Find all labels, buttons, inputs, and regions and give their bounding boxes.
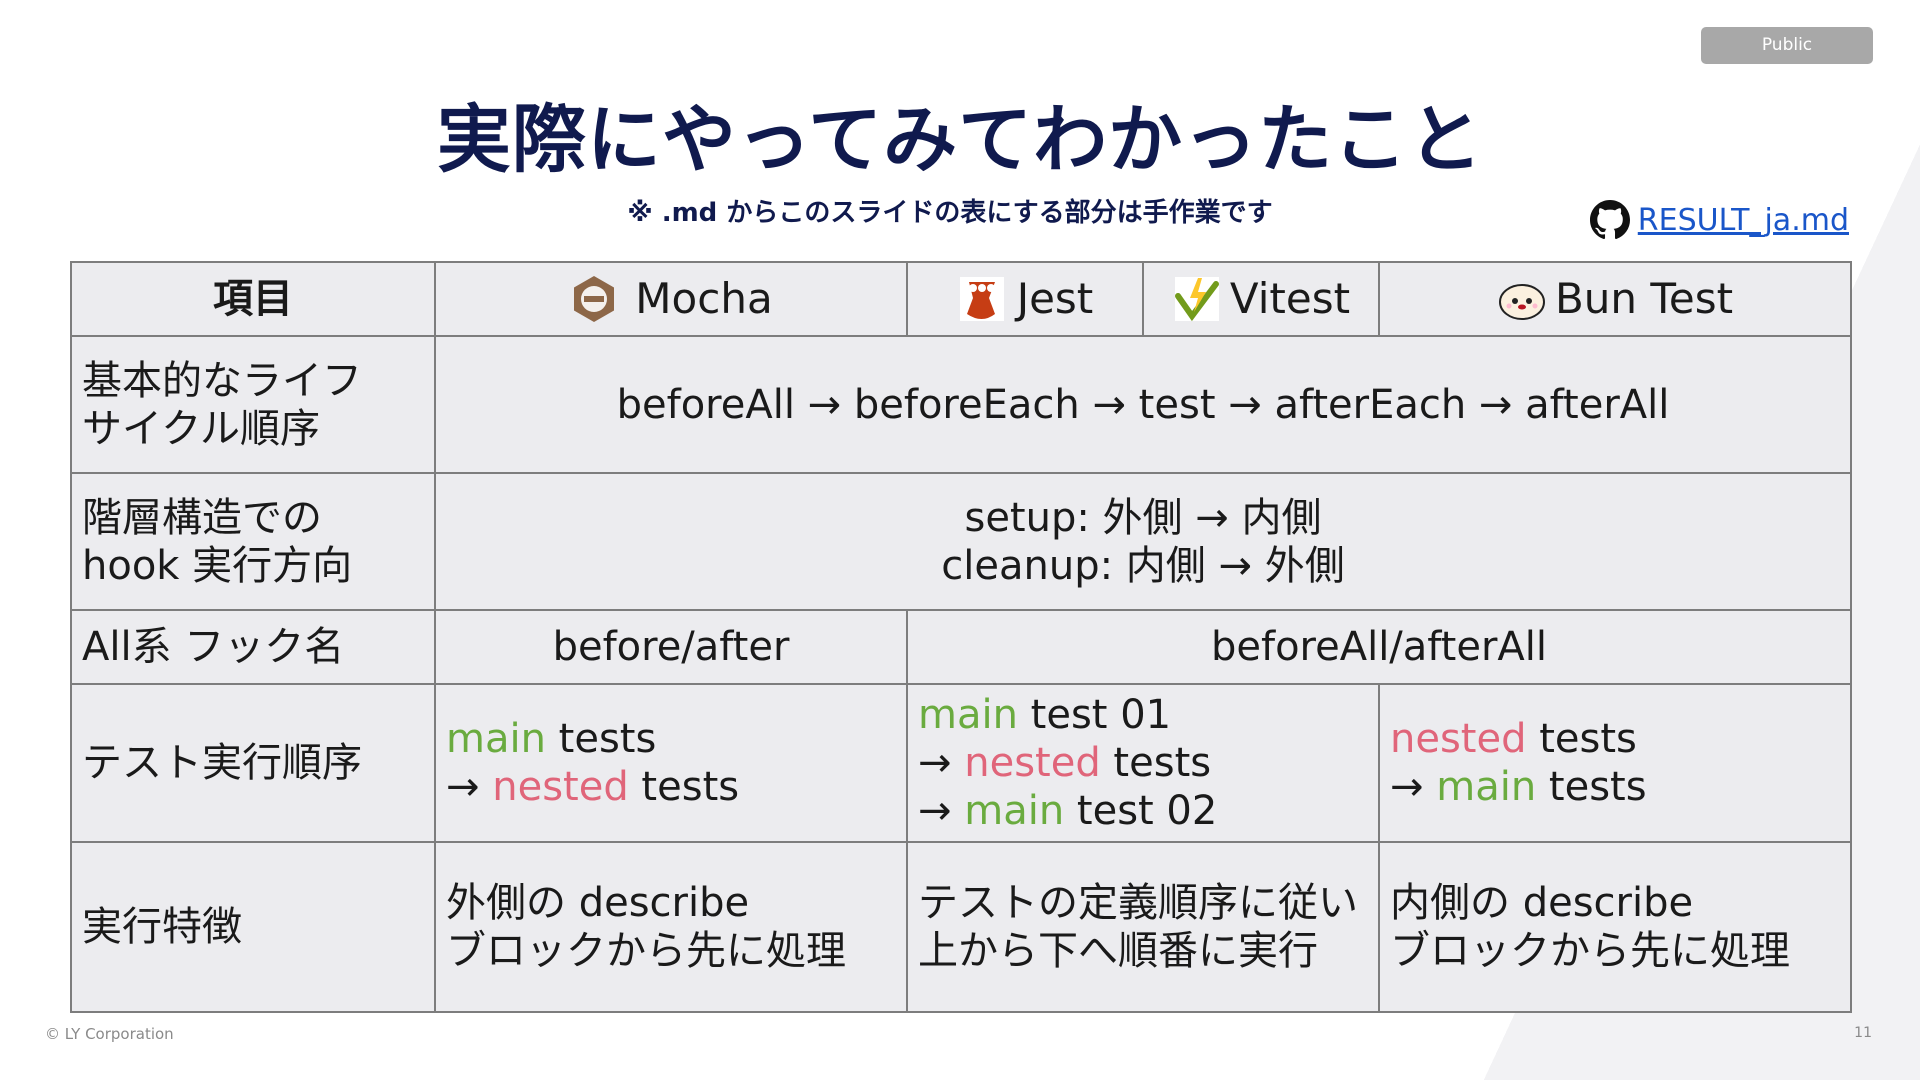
github-icon — [1589, 200, 1630, 240]
exec-text: tests — [1100, 740, 1212, 786]
main-word: main — [1436, 764, 1537, 810]
traits-line: テストの定義順序に従い — [918, 880, 1358, 926]
traits-line: ブロックから先に処理 — [446, 928, 846, 974]
traits-line: 上から下へ順番に実行 — [918, 928, 1318, 974]
exec-text: tests — [1526, 716, 1637, 762]
table-row: テスト実行順序 main tests → nested tests main t… — [70, 683, 1852, 843]
header-vitest: Vitest — [1142, 261, 1380, 337]
arrow-text: → — [1390, 764, 1437, 810]
public-badge: Public — [1701, 27, 1873, 64]
row-label-lifecycle: 基本的なライフ サイクル順序 — [70, 335, 436, 474]
row-label-all-hook: All系 フック名 — [70, 609, 436, 685]
exec-text: tests — [628, 764, 740, 810]
cleanup-line: cleanup: 内側 → 外側 — [941, 542, 1345, 589]
header-bun: Bun Test — [1378, 261, 1852, 337]
nested-word: nested — [1390, 716, 1527, 762]
table-row: 階層構造での hook 実行方向 setup: 外側 → 内側 cleanup:… — [70, 472, 1852, 611]
traits-jest-vitest: テストの定義順序に従い 上から下へ順番に実行 — [906, 841, 1380, 1013]
jest-label: Jest — [1016, 274, 1094, 323]
exec-order-mocha: main tests → nested tests — [434, 683, 908, 843]
exec-order-bun: nested tests → main tests — [1378, 683, 1852, 843]
row-label-line: 基本的なライフ — [82, 357, 362, 404]
row-label-line: サイクル順序 — [82, 405, 320, 452]
traits-line: 内側の describe — [1390, 880, 1694, 926]
setup-line: setup: 外側 → 内側 — [964, 494, 1322, 541]
row-label-line: hook 実行方向 — [82, 542, 353, 589]
exec-order-jest-vitest: main test 01 → nested tests → main test … — [906, 683, 1380, 843]
jest-logo-icon — [959, 277, 1004, 321]
table-row: All系 フック名 before/after beforeAll/afterAl… — [70, 609, 1852, 685]
exec-text: tests — [545, 716, 657, 762]
header-jest: Jest — [906, 261, 1144, 337]
traits-line: 外側の describe — [446, 880, 750, 926]
page-title: 実際にやってみてわかったこと — [436, 97, 1484, 183]
mocha-logo-icon — [574, 276, 615, 322]
row-label-hook-direction: 階層構造での hook 実行方向 — [70, 472, 436, 611]
table-row: 基本的なライフ サイクル順序 beforeAll → beforeEach → … — [70, 335, 1852, 474]
result-link[interactable]: RESULT_ja.md — [1589, 200, 1849, 240]
arrow-text: → — [446, 764, 493, 810]
traits-bun: 内側の describe ブロックから先に処理 — [1378, 841, 1852, 1013]
table-row: 実行特徴 外側の describe ブロックから先に処理 テストの定義順序に従い… — [70, 841, 1852, 1013]
header-item: 項目 — [70, 261, 436, 337]
main-word: main — [918, 692, 1018, 738]
lifecycle-value: beforeAll → beforeEach → test → afterEac… — [434, 335, 1852, 474]
arrow-text: → — [918, 788, 965, 834]
vitest-label: Vitest — [1229, 274, 1351, 323]
all-hook-mocha: before/after — [434, 609, 908, 685]
page-number: 11 — [1854, 1025, 1872, 1041]
exec-text: test 01 — [1017, 692, 1172, 738]
vitest-logo-icon — [1174, 277, 1219, 322]
bun-logo-icon — [1498, 284, 1545, 320]
main-word: main — [446, 716, 546, 762]
hook-direction-value: setup: 外側 → 内側 cleanup: 内側 → 外側 — [434, 472, 1852, 611]
row-label-line: 階層構造での — [82, 494, 322, 541]
nested-word: nested — [964, 740, 1101, 786]
nested-word: nested — [492, 764, 629, 810]
copyright: © LY Corporation — [45, 1025, 174, 1043]
main-word: main — [964, 788, 1065, 834]
result-link-label: RESULT_ja.md — [1637, 202, 1849, 238]
traits-mocha: 外側の describe ブロックから先に処理 — [434, 841, 908, 1013]
table-header-row: 項目 Mocha Jest Vitest Bun Test — [70, 261, 1852, 337]
traits-line: ブロックから先に処理 — [1390, 928, 1790, 974]
exec-text: tests — [1536, 764, 1647, 810]
mocha-label: Mocha — [635, 274, 773, 323]
bun-label: Bun Test — [1554, 274, 1734, 323]
all-hook-others: beforeAll/afterAll — [906, 609, 1852, 685]
arrow-text: → — [918, 740, 965, 786]
header-mocha: Mocha — [434, 261, 908, 337]
row-label-exec-order: テスト実行順序 — [70, 683, 436, 843]
comparison-table: 項目 Mocha Jest Vitest Bun Test 基本的なライフ サイ… — [70, 261, 1852, 1013]
exec-text: test 02 — [1064, 788, 1218, 834]
row-label-traits: 実行特徴 — [70, 841, 436, 1013]
